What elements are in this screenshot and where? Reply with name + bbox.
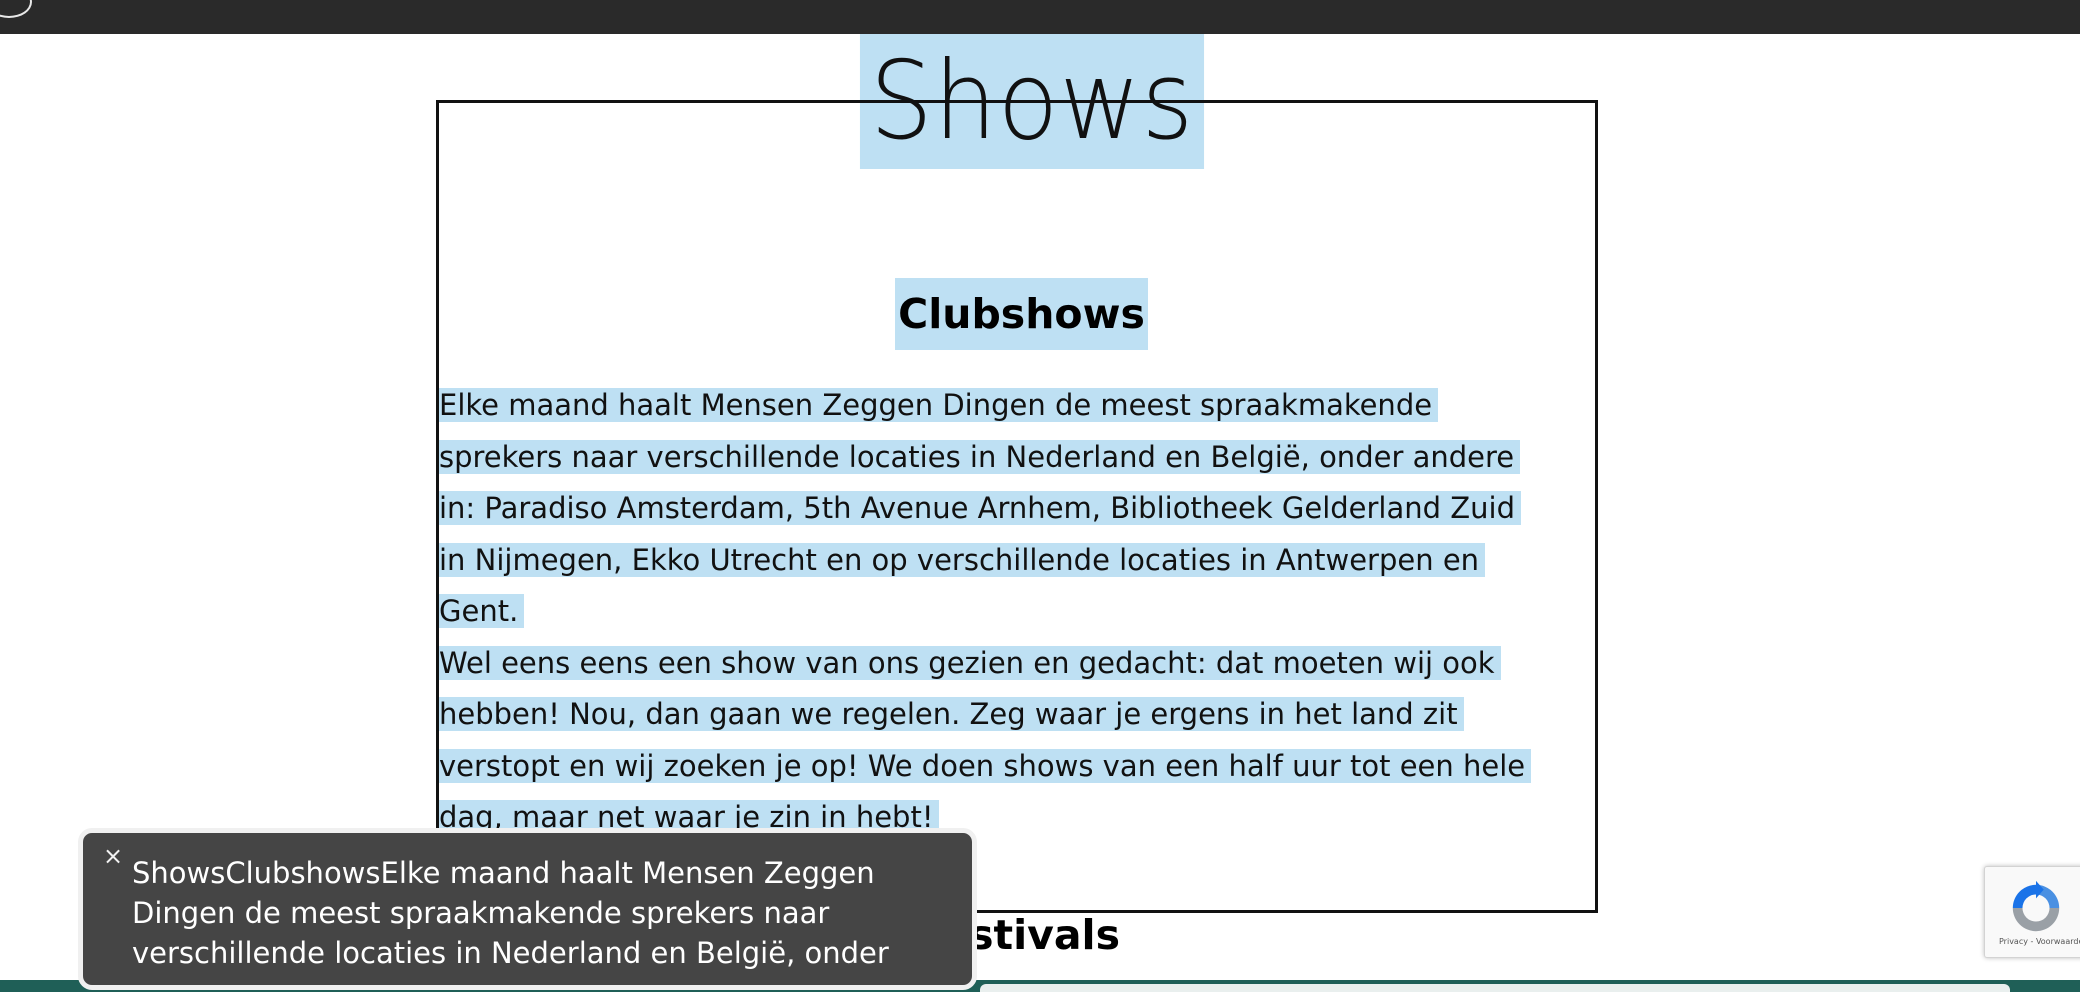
text-line: verstopt en wij zoeken je op! We doen sh… <box>439 748 1532 783</box>
recaptcha-links[interactable]: Privacy - Voorwaarden <box>1999 937 2080 946</box>
clubshows-text: Elke maand haalt Mensen Zeggen Dingen de… <box>439 380 1574 844</box>
close-icon[interactable]: × <box>103 844 123 868</box>
text-line: in Nijmegen, Ekko Utrecht en op verschil… <box>439 542 1486 577</box>
paragraph-2: Wel eens eens een show van ons gezien en… <box>439 638 1574 844</box>
recaptcha-badge[interactable]: Privacy - Voorwaarden <box>1984 866 2080 958</box>
footer-card-edge <box>980 984 2010 992</box>
text-line: Wel eens eens een show van ons gezien en… <box>439 645 1501 680</box>
top-bar <box>0 0 2080 34</box>
text-line: hebben! Nou, dan gaan we regelen. Zeg wa… <box>439 697 1464 731</box>
text-line: sprekers naar verschillende locaties in … <box>439 439 1521 474</box>
text-line: in: Paradiso Amsterdam, 5th Avenue Arnhe… <box>439 491 1521 525</box>
section-title-clubshows: Clubshows <box>895 278 1148 350</box>
toast-text: ShowsClubshowsElke maand haalt Mensen Ze… <box>132 856 889 970</box>
read-aloud-toast: × ShowsClubshowsElke maand haalt Mensen … <box>78 828 977 990</box>
page-title: Shows <box>859 34 1205 169</box>
logo-icon[interactable] <box>0 0 32 18</box>
paragraph-1: Elke maand haalt Mensen Zeggen Dingen de… <box>439 380 1574 638</box>
text-line: Elke maand haalt Mensen Zeggen Dingen de… <box>439 388 1439 422</box>
recaptcha-icon <box>2012 880 2060 932</box>
text-line: Gent. <box>439 594 525 628</box>
